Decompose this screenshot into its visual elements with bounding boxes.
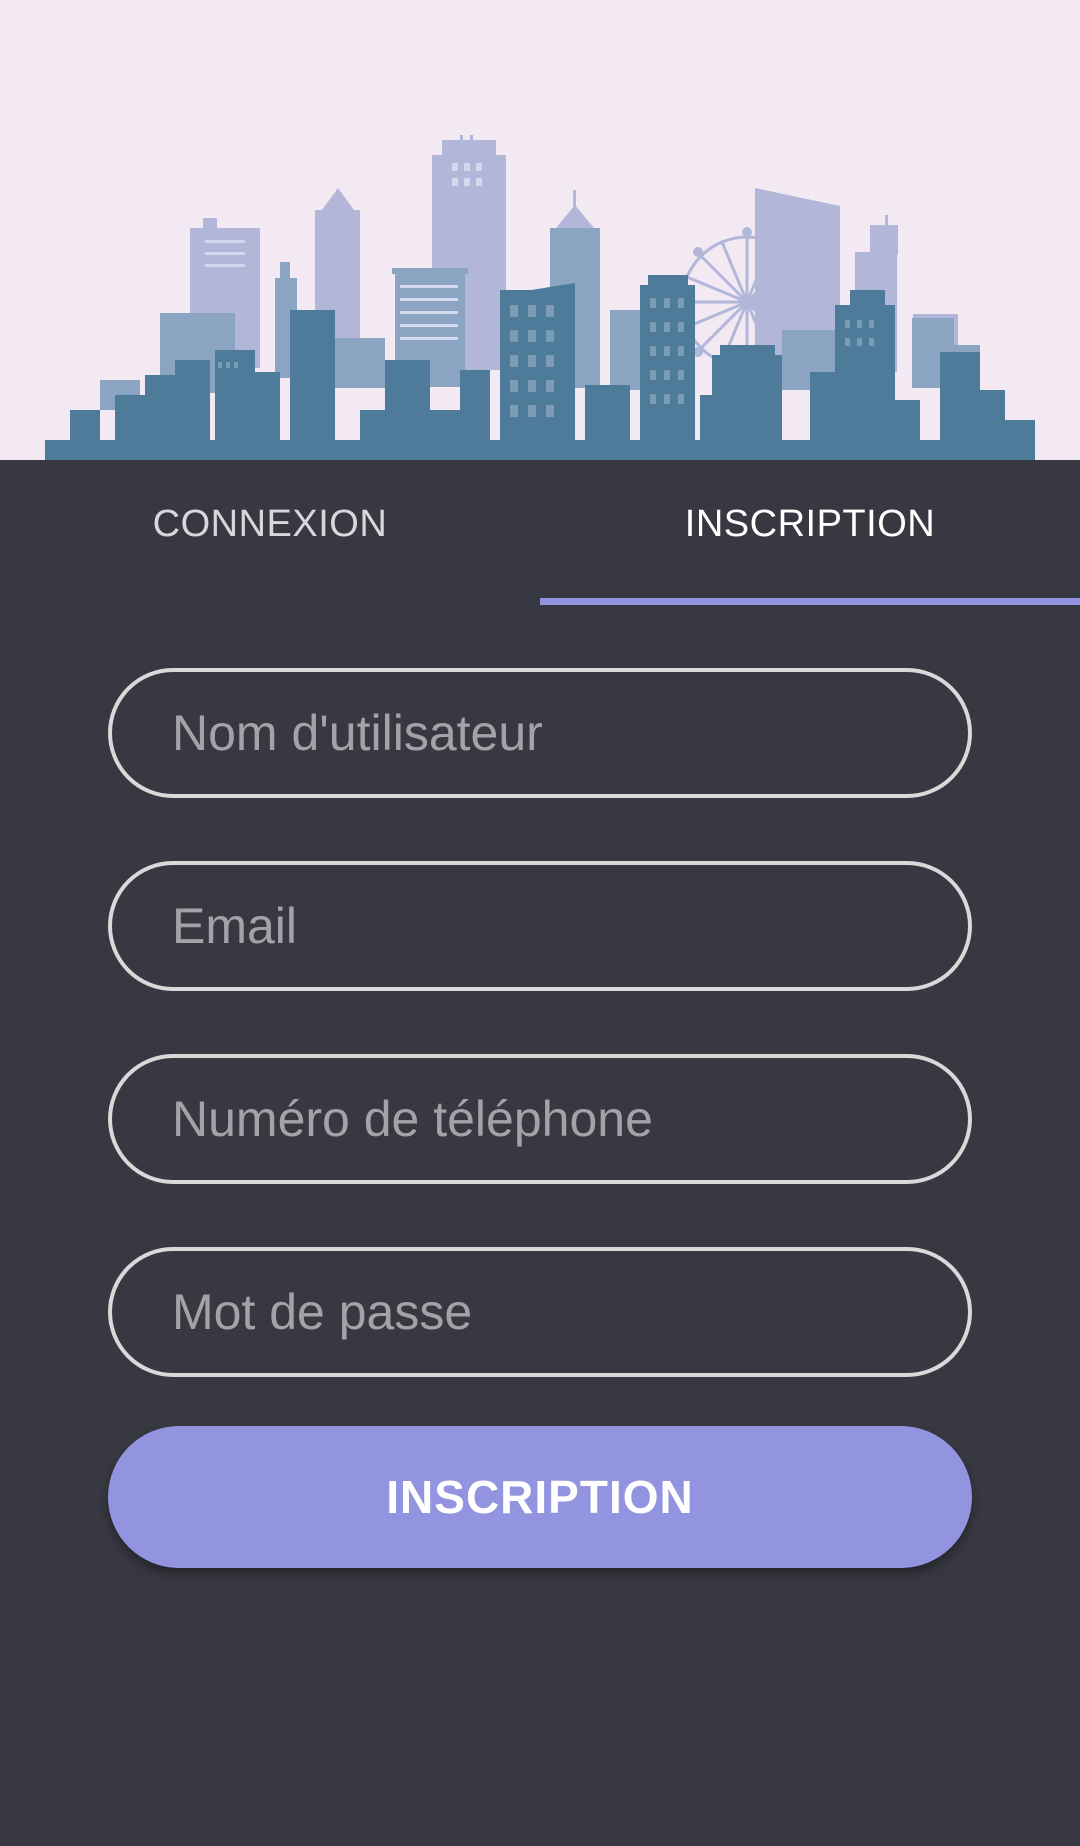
email-input[interactable] (172, 897, 968, 955)
active-tab-indicator (540, 598, 1080, 605)
phone-field[interactable] (108, 1054, 972, 1184)
phone-input[interactable] (172, 1090, 968, 1148)
tab-signup[interactable]: INSCRIPTION (540, 460, 1080, 605)
username-input[interactable] (172, 704, 968, 762)
email-field[interactable] (108, 861, 972, 991)
password-field[interactable] (108, 1247, 972, 1377)
password-input[interactable] (172, 1283, 968, 1341)
tab-login[interactable]: CONNEXION (0, 460, 540, 605)
auth-tabs: CONNEXION INSCRIPTION (0, 460, 1080, 605)
city-skyline-graphic (45, 135, 1035, 460)
city-skyline-illustration (0, 0, 1080, 460)
username-field[interactable] (108, 668, 972, 798)
signup-button[interactable]: INSCRIPTION (108, 1426, 972, 1568)
